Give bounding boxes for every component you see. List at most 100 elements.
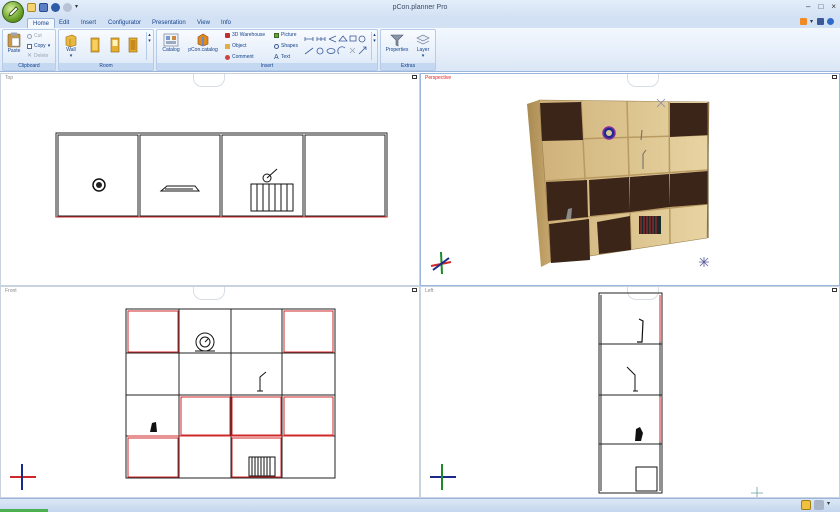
layer-icon: [416, 34, 430, 45]
picture-label: Picture: [281, 32, 297, 38]
shapes-button[interactable]: Shapes: [274, 43, 298, 49]
properties-label: Properties: [385, 47, 409, 53]
extras-group: Properties Layer ▾ Extras: [380, 29, 436, 71]
wall-icon: [65, 34, 77, 47]
rss-icon[interactable]: [800, 18, 807, 25]
front-view-drawing: [10, 308, 336, 490]
application-menu-button[interactable]: [2, 1, 24, 23]
title-bar: ▾ pCon.planner Pro – □ ×: [0, 0, 840, 17]
cut-button[interactable]: Cut: [27, 33, 42, 39]
opening-icon: [128, 37, 138, 53]
front-viewport[interactable]: Front: [0, 286, 420, 498]
tray-object-top: [159, 185, 201, 192]
cabinet-object-left: [635, 466, 658, 492]
axis-icon-3d: [430, 251, 452, 275]
door-button[interactable]: [89, 37, 101, 55]
top-viewport[interactable]: Top: [0, 73, 420, 286]
insert-gallery-scroll[interactable]: ▴ ▾: [371, 32, 377, 60]
cut-label: Cut: [34, 33, 42, 39]
dimension-icon[interactable]: [304, 37, 314, 41]
pcon-catalog-label: pCon.catalog: [188, 47, 218, 53]
clipboard-group-label: Clipboard: [3, 63, 55, 70]
picture-button[interactable]: Picture: [274, 32, 297, 38]
radiator-object-top: [250, 168, 294, 212]
rectangle-icon[interactable]: [349, 35, 357, 42]
minimize-button[interactable]: –: [806, 2, 810, 11]
figurine-object-left: [635, 427, 643, 441]
object-button[interactable]: Object: [225, 43, 246, 49]
properties-button[interactable]: Properties: [384, 33, 410, 53]
maximize-button[interactable]: □: [818, 2, 823, 11]
shelf-3d-model: [527, 99, 710, 267]
tab-edit[interactable]: Edit: [54, 18, 74, 28]
shelf-outline-left: [598, 292, 663, 494]
clipboard-group: Paste Cut Copy ▾ ✕ Delete Clipboard: [2, 29, 56, 71]
layout-4view-icon[interactable]: [801, 500, 811, 510]
arc-icon[interactable]: [337, 46, 346, 55]
layer-button[interactable]: Layer ▾: [412, 33, 434, 59]
extras-group-label: Extras: [381, 63, 435, 70]
arrow-icon[interactable]: [358, 46, 367, 55]
render-mode-icon[interactable]: [814, 500, 824, 510]
axis-icon: [430, 464, 456, 490]
scissors-icon: [27, 33, 32, 39]
perspective-viewport[interactable]: Perspective: [420, 73, 840, 286]
wall-button[interactable]: Wall ▾: [64, 33, 78, 59]
line-icon[interactable]: [304, 47, 314, 55]
tab-configurator[interactable]: Configurator: [103, 18, 146, 28]
ellipse-icon[interactable]: [326, 48, 336, 54]
delete-icon: ✕: [27, 52, 33, 59]
copy-button[interactable]: Copy ▾: [27, 43, 50, 49]
door-icon: [90, 37, 100, 53]
scroll-down-icon: ▾: [148, 38, 151, 44]
circle-icon[interactable]: [358, 35, 366, 43]
room-group-label: Room: [59, 63, 153, 70]
copy-icon: [27, 43, 32, 49]
opening-button[interactable]: [127, 37, 139, 55]
figurine-object-front: [150, 422, 157, 432]
paste-button[interactable]: Paste: [6, 32, 22, 54]
lamp-object-front: [257, 371, 267, 392]
picture-icon: [274, 32, 279, 38]
window-icon: [110, 37, 120, 53]
3d-warehouse-button[interactable]: 3D Warehouse: [225, 32, 265, 38]
clipboard-icon: [7, 32, 21, 48]
comment-icon: [225, 54, 230, 60]
close-button[interactable]: ×: [831, 2, 836, 11]
compartment-top: [57, 134, 139, 217]
angle-dimension-icon[interactable]: [328, 35, 337, 43]
tab-presentation[interactable]: Presentation: [147, 18, 191, 28]
layer-dropdown-icon: ▾: [421, 53, 425, 59]
delete-button[interactable]: ✕ Delete: [27, 52, 48, 60]
circle-outline-icon[interactable]: [316, 47, 324, 55]
perspective-view-drawing: [430, 98, 710, 275]
left-viewport[interactable]: Left: [420, 286, 840, 498]
cross-icon[interactable]: [349, 47, 356, 54]
polygon-icon[interactable]: [338, 35, 348, 42]
drawing-tools-gallery[interactable]: [303, 34, 371, 60]
tab-info[interactable]: Info: [216, 18, 236, 28]
properties-icon: [390, 34, 404, 47]
chain-dimension-icon[interactable]: [316, 37, 326, 41]
tab-view[interactable]: View: [192, 18, 215, 28]
text-button[interactable]: A Text: [274, 54, 291, 61]
light-marker-icon: [699, 257, 709, 267]
facebook-icon[interactable]: [817, 18, 824, 25]
text-label: Text: [281, 54, 291, 60]
wall-dropdown-icon: ▾: [69, 53, 73, 59]
insert-scroll-down-icon: ▾: [373, 38, 376, 44]
status-dropdown-icon[interactable]: ▾: [827, 500, 832, 510]
room-gallery-scroll[interactable]: ▴ ▾: [146, 32, 152, 60]
compartment-top: [139, 134, 221, 217]
help-icon[interactable]: [827, 18, 834, 25]
window-button[interactable]: [109, 37, 121, 55]
cursor-crosshair-icon: [751, 487, 763, 497]
tab-home[interactable]: Home: [27, 18, 56, 28]
comment-button[interactable]: Comment: [225, 54, 254, 60]
catalog-button[interactable]: Catalog: [160, 33, 182, 53]
pcon-catalog-button[interactable]: pCon.catalog: [186, 33, 220, 53]
dropdown-icon[interactable]: ▾: [810, 18, 814, 25]
tab-insert[interactable]: Insert: [76, 18, 101, 28]
room-group: Wall ▾ ▴ ▾ Room: [58, 29, 154, 71]
ribbon: Paste Cut Copy ▾ ✕ Delete Clipboard Wall ▾ …: [0, 28, 840, 72]
